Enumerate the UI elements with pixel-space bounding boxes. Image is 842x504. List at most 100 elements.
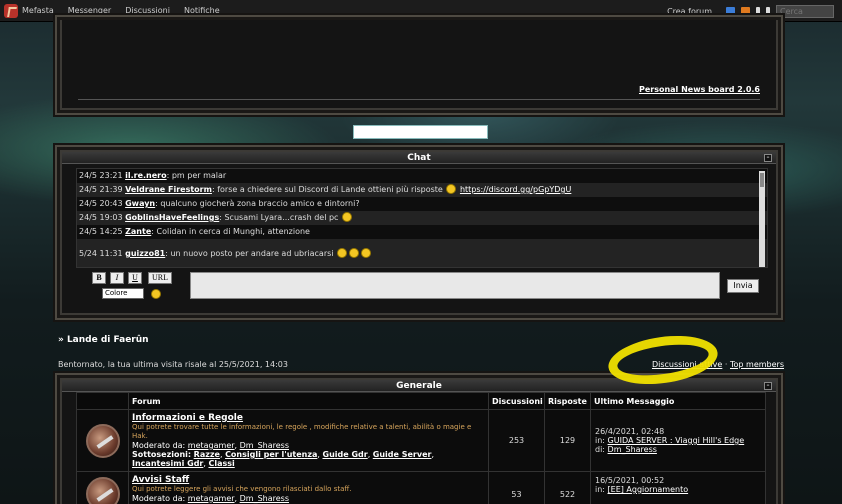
chat-box: Chat – 24/5 23:21 il.re.nero: pm per mal… [60,150,778,315]
subsection-link[interactable]: Consigli per l'utenza [225,450,317,459]
crea-forum-link[interactable]: Crea forum [667,7,712,16]
minimize-icon[interactable]: – [764,154,772,162]
message-text: : qualcuno giocherà zona braccio amico e… [155,199,360,208]
search-input[interactable] [776,4,834,18]
subsection-link[interactable]: Guide Server [373,450,432,459]
menu-icon[interactable] [756,6,760,16]
last-post-date: 26/4/2021, 02:48 [595,427,665,436]
forum-icon-cell [76,471,129,504]
table-row: Informazioni e Regole Qui potrete trovar… [76,409,766,472]
message-user[interactable]: Veldrane Firestorm [125,185,212,194]
breadcrumb[interactable]: » Lande di Faerûn [58,335,149,345]
last-post-topic: in: [EE] Aggiornamento [595,485,689,494]
color-select[interactable]: Colore [102,288,144,299]
underline-button[interactable]: U [128,272,142,284]
forum-moderators: Moderato da: metagamer, Dm_Sharess [132,494,290,503]
moderators-label: Moderato da: [132,494,186,503]
message-time: 24/5 21:39 [79,185,123,194]
subsection-link[interactable]: Classi [208,459,234,468]
last-post-cell: 26/4/2021, 02:48 in: GUIDA SERVER : Viag… [590,409,766,472]
rss-icon[interactable] [741,6,750,16]
subsection-link[interactable]: Incantesimi Gdr [132,459,203,468]
forum-icon-cell [76,409,129,472]
news-divider [78,99,760,100]
moderator-link[interactable]: metagamer [188,494,235,503]
site-name-link[interactable]: Mefasta [22,6,54,15]
last-post-link[interactable]: GUIDA SERVER : Viaggi Hill's Edge [608,436,745,445]
bold-button[interactable]: B [92,272,106,284]
last-post-date: 16/5/2021, 00:52 [595,476,665,485]
column-risposte: Risposte [544,392,591,410]
app-icon[interactable] [726,6,735,16]
chat-message: 24/5 14:25 Zante: Colidan in cerca di Mu… [77,225,767,239]
user-icon[interactable] [766,6,770,16]
column-ultimo-messaggio: Ultimo Messaggio [590,392,766,410]
moderator-link[interactable]: Dm_Sharess [240,494,289,503]
message-text: : Scusami Lyara...crash del pc [219,213,339,222]
forum-description: Qui potrete trovare tutte le informazion… [132,423,472,440]
forum-category: Generale – Forum Discussioni Risposte Ul… [60,378,778,504]
message-text: : forse a chiedere sul Discord di Lande … [211,185,443,194]
message-user[interactable]: guizzo81 [125,249,165,258]
send-button[interactable]: Invia [727,279,759,293]
moderator-link[interactable]: metagamer [188,441,235,450]
forum-table: Forum Discussioni Risposte Ultimo Messag… [76,392,766,504]
smiley-icon [361,248,372,258]
subsections-label: Sottosezioni: [132,450,192,459]
top-members-link[interactable]: Top members [730,360,784,369]
link-separator: · [722,360,730,369]
column-discussioni: Discussioni [488,392,545,410]
last-post-link[interactable]: [EE] Aggiornamento [608,485,689,494]
subsection-link[interactable]: Razze [194,450,220,459]
url-button[interactable]: URL [148,272,172,284]
column-forum: Forum [128,392,489,410]
topic-count: 253 [488,409,545,472]
message-time: 24/5 23:21 [79,171,123,180]
nav-discussioni[interactable]: Discussioni [125,6,170,15]
message-time: 24/5 20:43 [79,199,123,208]
forum-subsections: Sottosezioni: Razze, Consigli per l'uten… [132,450,434,468]
forum-title-link[interactable]: Avvisi Staff [132,475,189,485]
chat-title: Chat [407,153,431,163]
icon-column-header [76,392,129,410]
italic-button[interactable]: I [110,272,124,284]
forum-moderators: Moderato da: metagamer, Dm_Sharess [132,441,290,450]
smiley-picker-icon[interactable] [151,289,161,299]
chat-message: 5/24 11:31 guizzo81: un nuovo posto per … [77,239,767,267]
chat-message: 24/5 19:03 GoblinsHaveFeelings: Scusami … [77,211,767,225]
minimize-icon[interactable]: – [764,382,772,390]
table-header-row: Forum Discussioni Risposte Ultimo Messag… [76,392,766,410]
smiley-icon [337,248,348,258]
message-user[interactable]: GoblinsHaveFeelings [125,213,219,222]
last-post-user-link[interactable]: Dm_Sharess [608,445,657,454]
discord-link[interactable]: https://discord.gg/pGpYDgU [460,185,571,194]
message-text: : un nuovo posto per andare ad ubriacars… [165,249,334,258]
smiley-icon [446,184,457,194]
top-right-tools: Crea forum [667,0,842,22]
banner-image[interactable] [353,125,488,139]
reply-count: 522 [544,471,591,504]
message-user[interactable]: Gwayn [125,199,155,208]
category-title: Generale [396,381,442,391]
forum-status-icon [85,477,120,504]
last-post-topic: in: GUIDA SERVER : Viaggi Hill's Edge [595,436,745,445]
smiley-icon [342,212,352,222]
message-user[interactable]: Zante [125,227,151,236]
moderator-link[interactable]: Dm_Sharess [240,441,289,450]
message-user[interactable]: il.re.nero [125,171,167,180]
topic-count: 53 [488,471,545,504]
chat-message: 24/5 23:21 il.re.nero: pm per malar [77,169,767,183]
chat-scrollbar[interactable] [759,171,765,267]
nav-notifiche[interactable]: Notifiche [184,6,220,15]
forum-title-link[interactable]: Informazioni e Regole [132,413,243,423]
forum-info-cell: Informazioni e Regole Qui potrete trovar… [128,409,489,472]
news-board-link[interactable]: Personal News board 2.0.6 [639,85,760,94]
site-logo-icon[interactable] [4,3,18,18]
chat-header: Chat – [62,152,776,164]
chat-message-input[interactable] [190,272,720,299]
chat-message: 24/5 21:39 Veldrane Firestorm: forse a c… [77,183,767,197]
smiley-icon [349,248,360,258]
subsection-link[interactable]: Guide Gdr [323,450,368,459]
nav-messenger[interactable]: Messenger [68,6,111,15]
forum-info-cell: Avvisi Staff Qui potrete leggere gli avv… [128,471,489,504]
